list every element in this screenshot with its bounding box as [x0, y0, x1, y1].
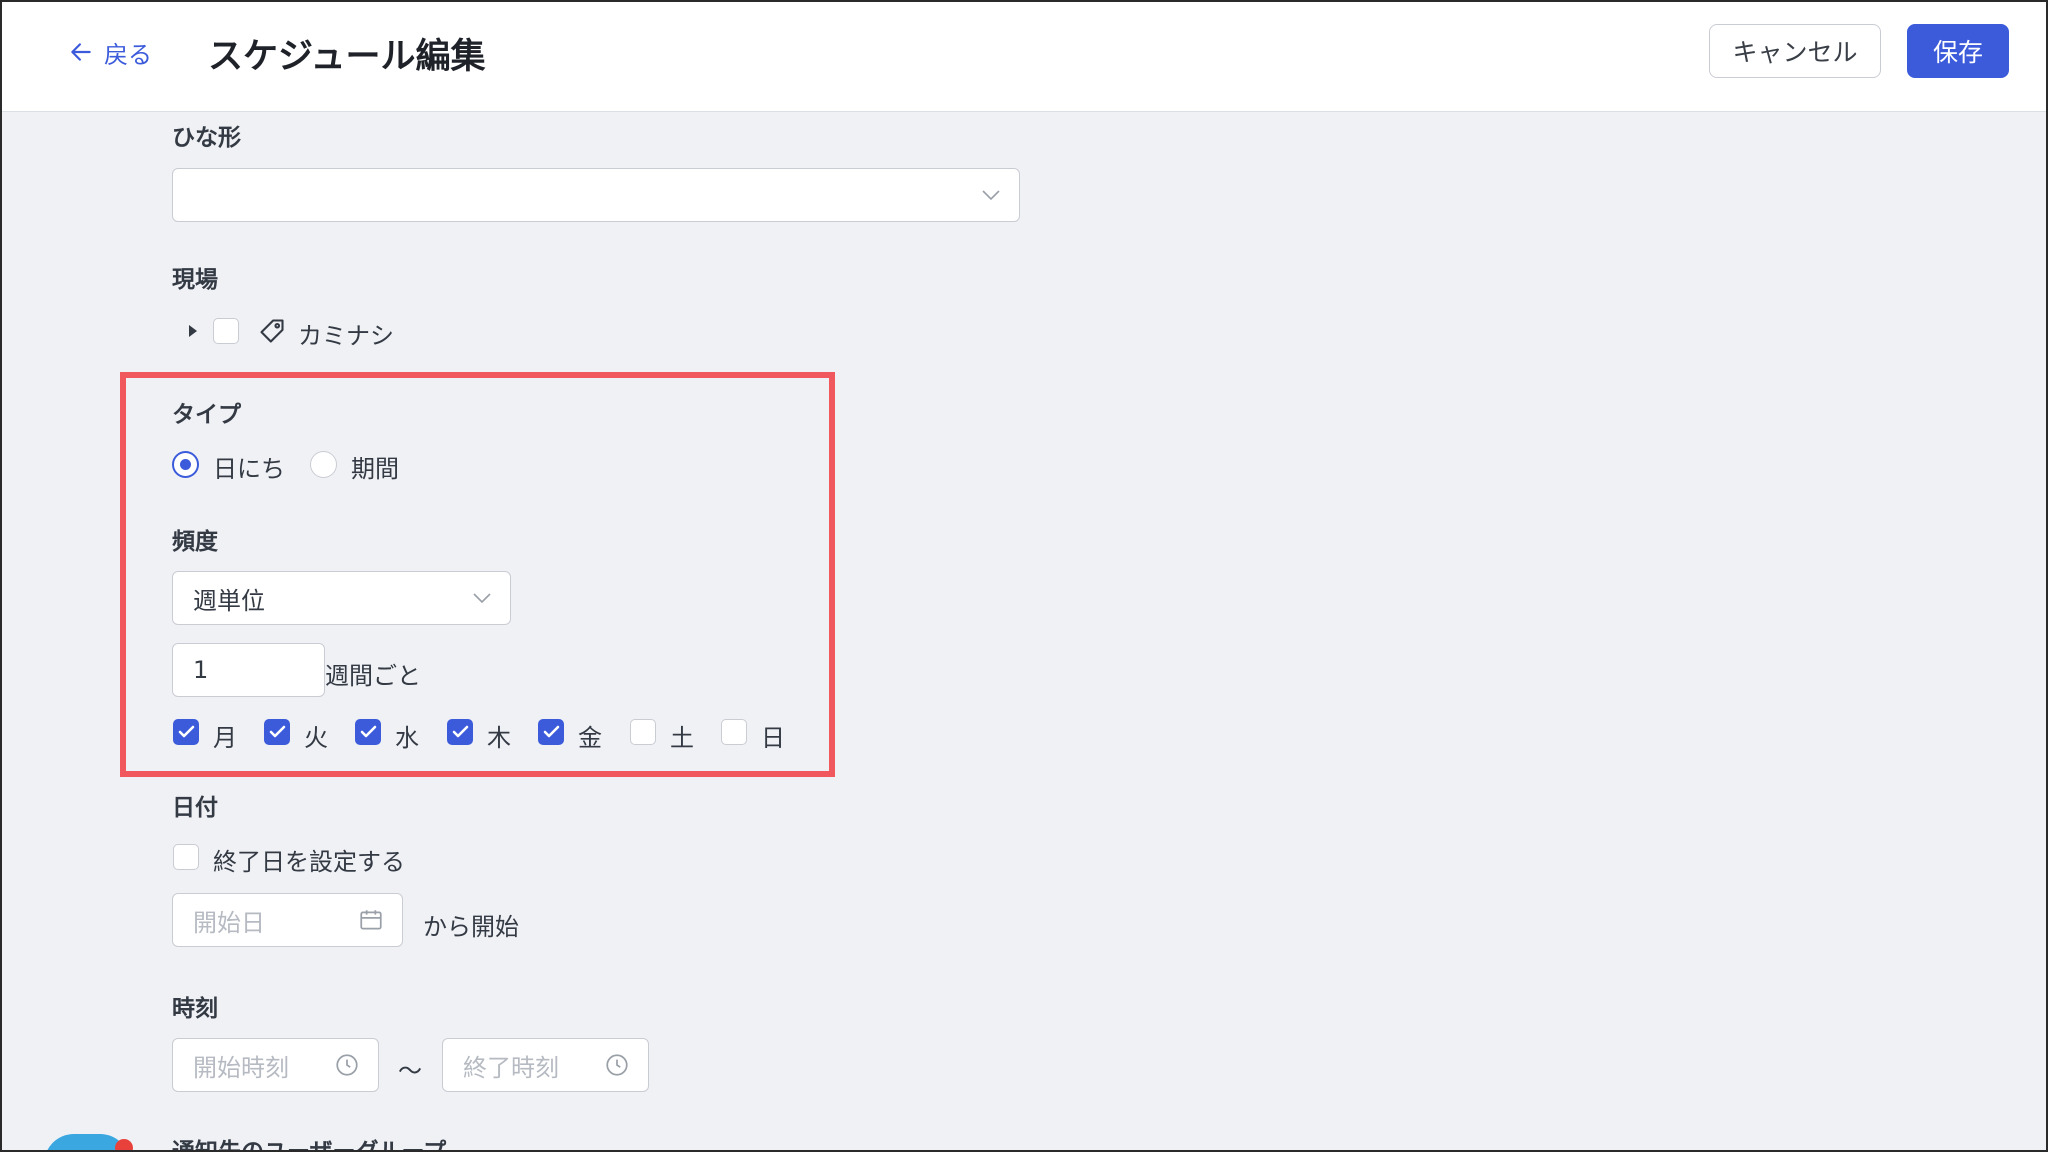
template-label: ひな形 [172, 125, 241, 151]
check-icon [178, 725, 195, 738]
type-radio-period[interactable] [310, 451, 337, 478]
time-separator: 〜 [398, 1057, 422, 1085]
page-title: スケジュール編集 [208, 37, 486, 77]
day-checkbox-sun[interactable] [721, 719, 747, 745]
save-button[interactable]: 保存 [1907, 24, 2009, 78]
end-time-input[interactable]: 終了時刻 [442, 1038, 649, 1092]
time-label: 時刻 [172, 996, 218, 1022]
top-bar: 戻る スケジュール編集 キャンセル 保存 [2, 2, 2046, 112]
frequency-label: 頻度 [172, 529, 218, 555]
date-label: 日付 [172, 795, 218, 821]
end-time-placeholder: 終了時刻 [463, 1053, 559, 1082]
start-date-placeholder: 開始日 [193, 908, 265, 937]
day-label-mon: 月 [213, 724, 237, 752]
chevron-down-icon [982, 190, 1000, 201]
app-window: 戻る スケジュール編集 キャンセル 保存 ひな形 現場 カミナシ タイプ 日にち… [0, 0, 2048, 1152]
check-icon [452, 725, 469, 738]
type-label: タイプ [172, 402, 241, 428]
interval-input[interactable]: 1 [172, 643, 325, 697]
day-checkbox-wed[interactable] [355, 719, 381, 745]
day-checkbox-mon[interactable] [173, 719, 199, 745]
day-label-sun: 日 [761, 724, 785, 752]
template-select[interactable] [172, 168, 1020, 222]
cancel-button[interactable]: キャンセル [1709, 24, 1881, 78]
interval-suffix: 週間ごと [325, 662, 421, 690]
day-label-fri: 金 [578, 724, 602, 752]
interval-value: 1 [193, 656, 209, 684]
day-checkbox-tue[interactable] [264, 719, 290, 745]
back-label: 戻る [104, 40, 152, 69]
clock-icon [606, 1054, 628, 1076]
arrow-left-icon [71, 43, 91, 61]
day-label-tue: 火 [304, 724, 328, 752]
notify-group-label: 通知先のユーザーグループ [172, 1139, 447, 1152]
end-date-label: 終了日を設定する [213, 848, 405, 876]
site-item-label: カミナシ [298, 322, 394, 350]
day-checkbox-fri[interactable] [538, 719, 564, 745]
site-checkbox[interactable] [213, 318, 239, 344]
start-date-input[interactable]: 開始日 [172, 893, 403, 947]
type-option-period-label: 期間 [351, 455, 399, 483]
start-time-input[interactable]: 開始時刻 [172, 1038, 379, 1092]
start-suffix: から開始 [423, 913, 519, 941]
day-checkbox-thu[interactable] [447, 719, 473, 745]
check-icon [360, 725, 377, 738]
day-label-sat: 土 [670, 724, 694, 752]
clock-icon [336, 1054, 358, 1076]
notification-dot [115, 1139, 133, 1150]
check-icon [269, 725, 286, 738]
caret-right-icon[interactable] [187, 323, 199, 339]
back-link[interactable]: 戻る [68, 34, 152, 70]
end-date-checkbox[interactable] [173, 844, 199, 870]
chevron-down-icon [473, 593, 491, 604]
day-label-wed: 水 [395, 724, 419, 752]
day-label-thu: 木 [487, 724, 511, 752]
type-option-date-label: 日にち [213, 455, 285, 483]
frequency-select-value: 週単位 [193, 586, 265, 615]
start-time-placeholder: 開始時刻 [193, 1053, 289, 1082]
tag-icon [260, 319, 284, 343]
check-icon [543, 725, 560, 738]
day-checkbox-sat[interactable] [630, 719, 656, 745]
type-radio-date[interactable] [172, 451, 199, 478]
site-label: 現場 [172, 267, 218, 293]
frequency-select[interactable]: 週単位 [172, 571, 511, 625]
calendar-icon [360, 910, 382, 930]
